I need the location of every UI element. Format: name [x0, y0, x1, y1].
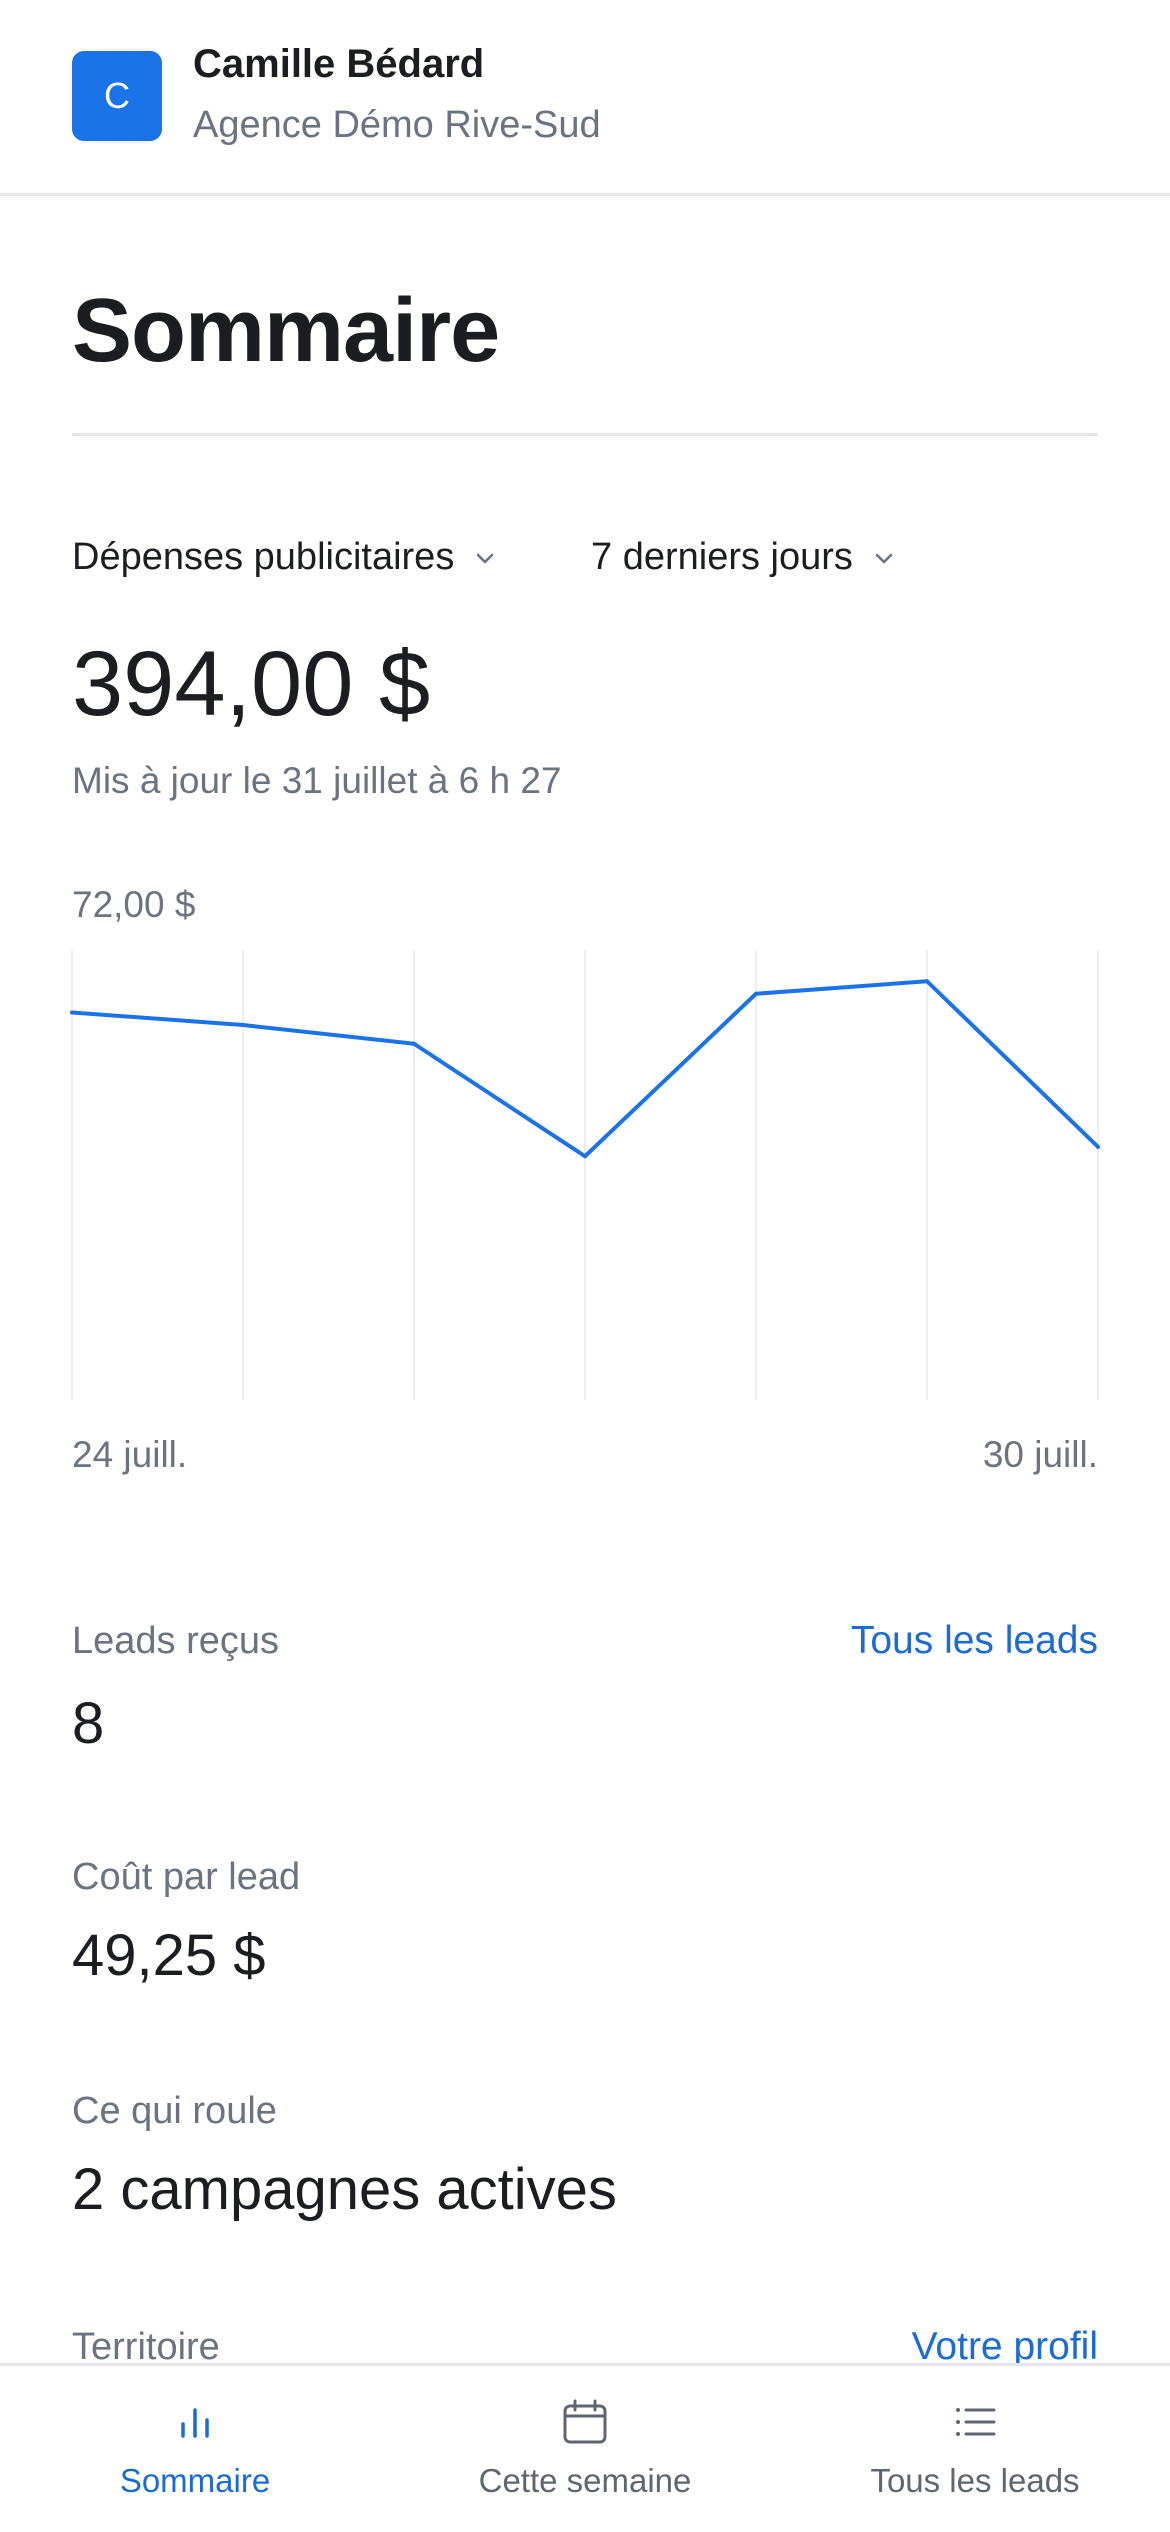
nav-tous-les-leads-label: Tous les leads — [870, 2462, 1080, 2499]
chart-point-24-juill- — [70, 1010, 74, 1015]
chart-point-29-juill- — [925, 979, 929, 984]
spend-line-chart — [70, 950, 1100, 1400]
cost-per-lead-label: Coût par lead — [72, 1856, 301, 1898]
cost-per-lead-value: 49,25 $ — [72, 1923, 266, 1988]
nav-cette-semaine-label: Cette semaine — [478, 2462, 692, 2499]
nav-sommaire-label: Sommaire — [119, 2462, 271, 2499]
chart-point-25-juill- — [241, 1023, 245, 1027]
active-campaigns-value: 2 campagnes actives — [72, 2157, 617, 2222]
chart-point-28-juill- — [754, 991, 758, 996]
chart-x-start-label: 24 juill. — [72, 1434, 188, 1475]
chart-point-27-juill- — [583, 1154, 587, 1159]
leads-value: 8 — [72, 1691, 105, 1756]
nav-cette-semaine[interactable]: Cette semaine — [390, 2366, 780, 2532]
calendar-icon — [563, 2399, 607, 2444]
bar-chart-icon — [181, 2408, 209, 2438]
chart-point-30-juill- — [1096, 1144, 1100, 1149]
leads-label: Leads reçus — [72, 1620, 280, 1662]
nav-sommaire[interactable]: Sommaire — [0, 2366, 390, 2532]
list-icon — [956, 2408, 996, 2436]
chart-point-26-juill- — [412, 1041, 416, 1046]
all-leads-link[interactable]: Tous les leads — [851, 1619, 1098, 1663]
running-label: Ce qui roule — [72, 2090, 277, 2132]
nav-tous-les-leads[interactable]: Tous les leads — [780, 2366, 1170, 2532]
page: C Camille Bédard Agence Démo Rive-Sud So… — [0, 0, 1170, 2532]
chart-x-end-label: 30 juill. — [982, 1434, 1098, 1475]
bottom-nav: Sommaire Cette semaine Tous les leads — [0, 2363, 1170, 2532]
